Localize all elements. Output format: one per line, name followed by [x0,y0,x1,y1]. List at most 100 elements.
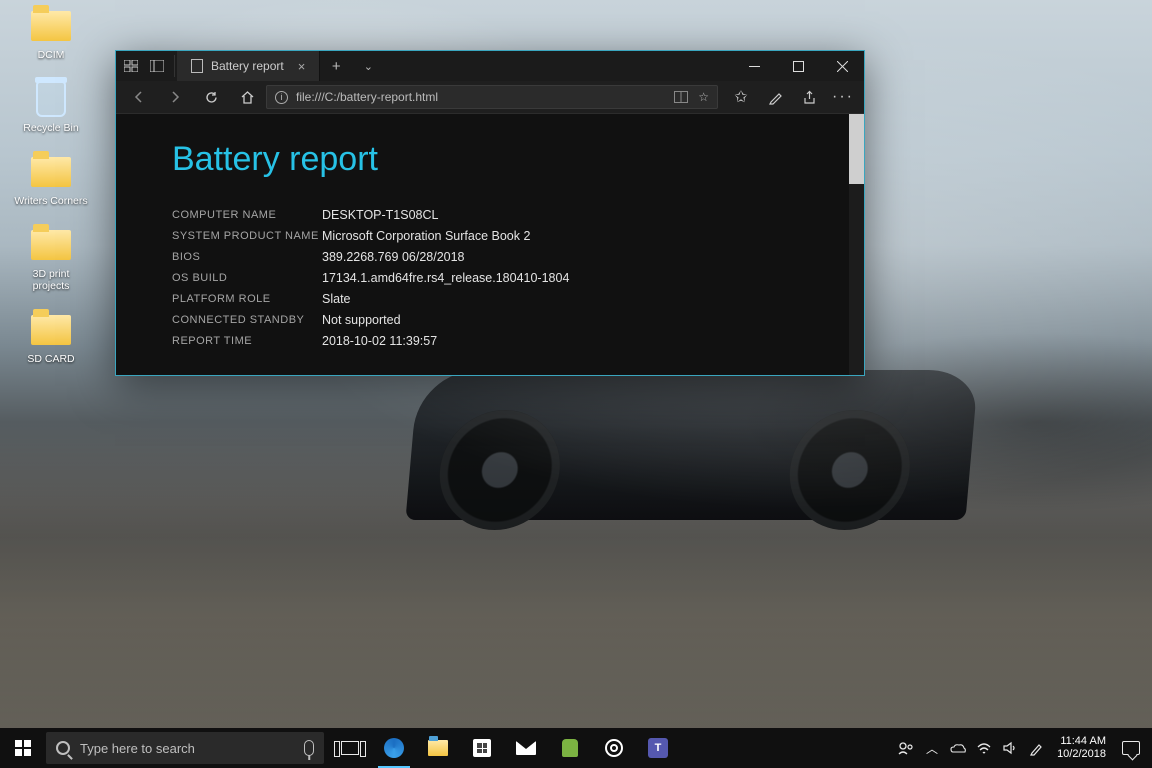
icon-label: Writers Corners [14,195,87,207]
home-button[interactable] [230,83,264,111]
icon-label: Recycle Bin [23,122,78,134]
file-explorer-icon [428,740,448,756]
browser-window: Battery report × + ⌄ i file:///C:/batter… [115,50,865,376]
mail-icon [516,741,536,755]
report-value: Slate [322,289,351,310]
tray-wifi-icon[interactable] [971,728,997,768]
tabs-preview-icon[interactable] [148,57,166,75]
report-key: COMPUTER NAME [172,205,322,226]
scrollbar[interactable] [849,114,864,375]
search-placeholder: Type here to search [80,741,195,756]
tray-volume-icon[interactable] [997,728,1023,768]
tab-actions-dropdown[interactable]: ⌄ [352,51,384,81]
reading-view-icon[interactable] [674,91,688,103]
new-tab-button[interactable]: + [320,51,352,81]
set-aside-tabs-icon[interactable] [122,57,140,75]
close-window-button[interactable] [820,51,864,81]
page-content: Battery report COMPUTER NAMEDESKTOP-T1S0… [116,114,864,375]
favorites-button[interactable]: ✩ [726,83,756,111]
taskbar-clock[interactable]: 11:44 AM 10/2/2018 [1049,735,1114,761]
edge-icon [384,738,404,758]
taskbar-app-mail[interactable] [504,728,548,768]
forward-button[interactable] [158,83,192,111]
tray-pen-icon[interactable] [1023,728,1049,768]
tab-title: Battery report [211,59,284,73]
recycle-bin-icon [36,81,66,117]
clock-time: 11:44 AM [1060,735,1106,748]
tray-people-icon[interactable] [893,728,919,768]
report-key: OS BUILD [172,268,322,289]
desktop-icons: DCIM Recycle Bin Writers Corners 3D prin… [14,6,88,365]
report-row: PLATFORM ROLESlate [172,289,793,310]
desktop-icon-3d-print[interactable]: 3D print projects [14,225,88,292]
minimize-button[interactable] [732,51,776,81]
start-button[interactable] [0,728,46,768]
report-value: Microsoft Corporation Surface Book 2 [322,226,530,247]
battery-report: Battery report COMPUTER NAMEDESKTOP-T1S0… [116,114,849,375]
microphone-icon[interactable] [304,740,314,756]
tray-onedrive-icon[interactable] [945,728,971,768]
report-row: OS BUILD17134.1.amd64fre.rs4_release.180… [172,268,793,289]
refresh-button[interactable] [194,83,228,111]
report-value: 389.2268.769 06/28/2018 [322,247,465,268]
report-row: REPORT TIME2018-10-02 11:39:57 [172,331,793,352]
store-icon [473,739,491,757]
report-row: COMPUTER NAMEDESKTOP-T1S08CL [172,205,793,226]
taskbar-app-edge[interactable] [372,728,416,768]
taskbar-app-settings[interactable] [592,728,636,768]
favorite-star-icon[interactable]: ☆ [698,90,709,104]
tray-overflow-button[interactable]: ︿ [919,728,945,768]
notes-button[interactable] [760,83,790,111]
icon-label: 3D print projects [14,268,88,292]
report-key: SYSTEM PRODUCT NAME [172,226,322,247]
page-title: Battery report [172,140,793,179]
document-icon [191,59,203,73]
browser-tab[interactable]: Battery report × [177,51,320,81]
taskbar-app-file-explorer[interactable] [416,728,460,768]
report-row: SYSTEM PRODUCT NAMEMicrosoft Corporation… [172,226,793,247]
report-key: CONNECTED STANDBY [172,310,322,331]
desktop-icon-dcim[interactable]: DCIM [14,6,88,61]
android-icon [562,739,578,757]
report-row: CONNECTED STANDBYNot supported [172,310,793,331]
action-center-button[interactable] [1122,741,1140,755]
close-tab-icon[interactable]: × [298,59,306,74]
task-view-icon [341,741,359,755]
taskbar-search[interactable]: Type here to search [46,732,324,764]
more-button[interactable]: ··· [828,83,858,111]
search-icon [56,741,70,755]
report-value: 2018-10-02 11:39:57 [322,331,437,352]
icon-label: DCIM [38,49,65,61]
taskbar-app-teams[interactable]: T [636,728,680,768]
desktop-icon-sd-card[interactable]: SD CARD [14,310,88,365]
titlebar[interactable]: Battery report × + ⌄ [116,51,864,81]
report-key: BIOS [172,247,322,268]
site-info-icon[interactable]: i [275,91,288,104]
folder-icon [31,11,71,41]
address-bar-row: i file:///C:/battery-report.html ☆ ✩ ··· [116,81,864,114]
scrollbar-thumb[interactable] [849,114,864,184]
report-value: DESKTOP-T1S08CL [322,205,438,226]
clock-date: 10/2/2018 [1057,748,1106,761]
back-button[interactable] [122,83,156,111]
taskbar-app-android[interactable] [548,728,592,768]
report-key: PLATFORM ROLE [172,289,322,310]
report-row: BIOS389.2268.769 06/28/2018 [172,247,793,268]
icon-label: SD CARD [27,353,74,365]
taskbar: Type here to search T ︿ 11:44 AM 10/2/20… [0,728,1152,768]
task-view-button[interactable] [328,728,372,768]
teams-icon: T [648,738,668,758]
desktop-icon-recycle-bin[interactable]: Recycle Bin [14,79,88,134]
address-bar[interactable]: i file:///C:/battery-report.html ☆ [266,85,718,109]
report-value: Not supported [322,310,401,331]
report-key: REPORT TIME [172,331,322,352]
gear-icon [605,739,623,757]
share-button[interactable] [794,83,824,111]
maximize-button[interactable] [776,51,820,81]
desktop-icon-writers-corners[interactable]: Writers Corners [14,152,88,207]
taskbar-app-store[interactable] [460,728,504,768]
folder-icon [31,230,71,260]
wallpaper-car [405,370,978,520]
url-text: file:///C:/battery-report.html [296,90,438,104]
windows-logo-icon [15,740,31,756]
